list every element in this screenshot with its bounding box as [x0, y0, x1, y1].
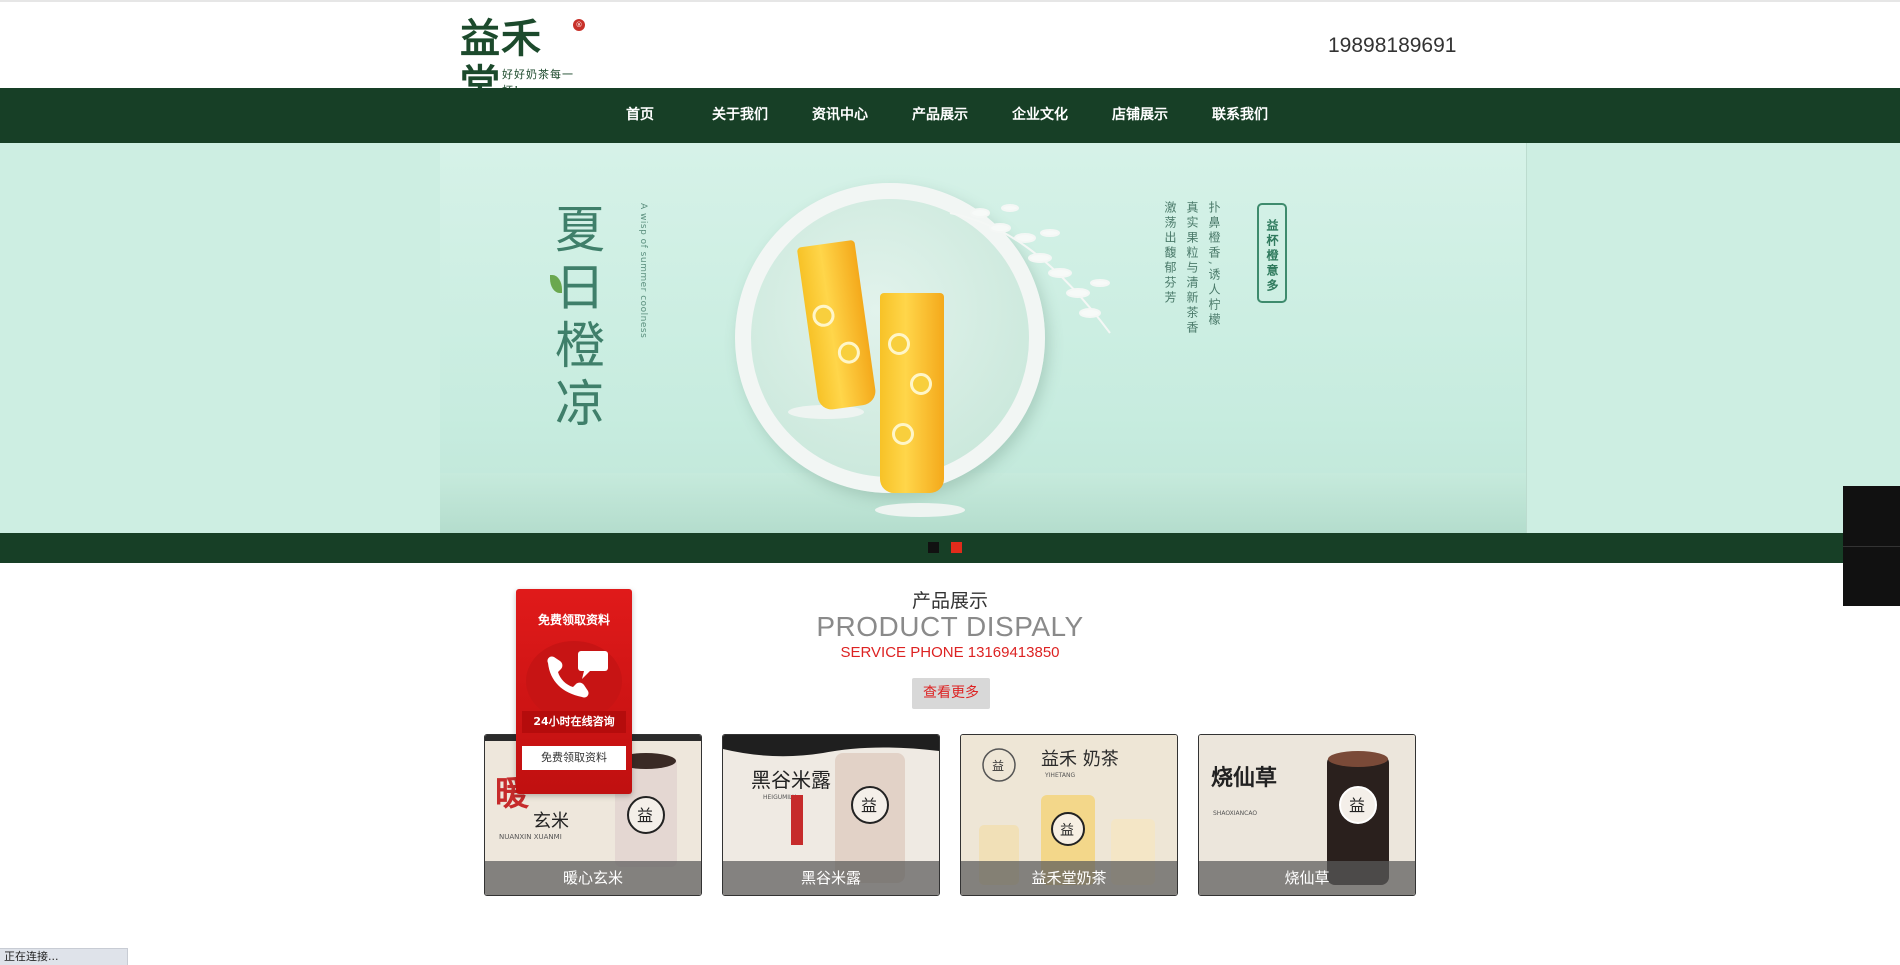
branch-decoration	[949, 204, 1111, 334]
svg-text:益: 益	[1060, 823, 1074, 839]
slide-dot-2[interactable]	[951, 542, 962, 553]
consult-free-button[interactable]: 免费领取资料	[522, 746, 626, 770]
logo-seal-icon: ®	[573, 19, 585, 31]
svg-text:益: 益	[861, 796, 877, 815]
banner-poem-col2: 真实果粒与清新茶香	[1185, 201, 1199, 336]
slide-dot-1[interactable]	[928, 542, 939, 553]
svg-text:NUANXIN XUANMI: NUANXIN XUANMI	[499, 833, 562, 841]
section-title-en: PRODUCT DISPALY	[816, 611, 1084, 642]
section-title: 产品展示	[911, 590, 988, 612]
hero-banner[interactable]: 夏日橙凉 A wisp of summer coolness 扑鼻橙香,诱人柠檬…	[0, 143, 1900, 533]
banner-poem-col1: 扑鼻橙香,诱人柠檬	[1207, 201, 1221, 328]
banner-edge	[1526, 143, 1527, 533]
consult-title: 免费领取资料	[537, 613, 610, 627]
svg-text:益: 益	[1349, 796, 1365, 815]
svg-text:SHAOXIANCAO: SHAOXIANCAO	[1213, 810, 1257, 817]
site-header: 益禾堂 ® 好好奶茶每一杯! 19898189691	[0, 2, 1900, 108]
phone-chat-icon	[547, 651, 608, 698]
svg-text:益禾 奶茶: 益禾 奶茶	[1041, 749, 1119, 770]
banner-floor	[440, 473, 1526, 533]
nav-item-products[interactable]: 产品展示	[890, 88, 990, 143]
svg-text:YIHETANG: YIHETANG	[1044, 772, 1076, 779]
nav-item-contact[interactable]: 联系我们	[1190, 88, 1290, 143]
product-name: 黑谷米露	[723, 861, 939, 895]
banner-poem-col3: 激荡出馥郁芬芳	[1163, 201, 1177, 306]
svg-text:玄米: 玄米	[533, 811, 569, 832]
nav-item-culture[interactable]: 企业文化	[990, 88, 1090, 143]
nav-item-about[interactable]: 关于我们	[690, 88, 790, 143]
banner-title: 夏日橙凉	[555, 201, 605, 433]
banner-pagination-bar	[0, 533, 1900, 563]
svg-text:黑谷米露: 黑谷米露	[751, 768, 831, 792]
view-more-button[interactable]: 查看更多	[912, 678, 990, 709]
product-name: 暖心玄米	[485, 861, 701, 895]
consult-hours: 24小时在线咨询	[522, 711, 626, 733]
banner-tag: 益杯橙意多	[1257, 203, 1287, 303]
service-phone: SERVICE PHONE 13169413850	[840, 644, 1060, 661]
product-name: 益禾堂奶茶	[961, 861, 1177, 895]
cup-stand-right	[875, 503, 965, 517]
browser-status-bar: 正在连接...	[0, 948, 128, 965]
svg-text:烧仙草: 烧仙草	[1211, 765, 1277, 791]
side-toolbar-divider	[1843, 546, 1900, 547]
site-logo[interactable]: 益禾堂 ® 好好奶茶每一杯!	[460, 16, 585, 108]
svg-text:益: 益	[992, 759, 1004, 773]
orange-drink-cup-right	[880, 293, 944, 493]
product-card[interactable]: 益 益禾 奶茶 YIHETANG 益 益禾堂奶茶	[960, 734, 1178, 896]
nav-item-stores[interactable]: 店铺展示	[1090, 88, 1190, 143]
product-name: 烧仙草	[1199, 861, 1415, 895]
product-card[interactable]: 烧仙草 SHAOXIANCAO 益 烧仙草	[1198, 734, 1416, 896]
nav-item-news[interactable]: 资讯中心	[790, 88, 890, 143]
main-nav: 首页 关于我们 资讯中心 产品展示 企业文化 店铺展示 联系我们	[0, 88, 1900, 143]
header-phone: 19898189691	[1328, 34, 1457, 57]
product-card[interactable]: 黑谷米露 HEIGUMILU 益 黑谷米露	[722, 734, 940, 896]
svg-text:益: 益	[637, 806, 653, 825]
nav-item-home[interactable]: 首页	[590, 88, 690, 143]
banner-subtitle: A wisp of summer coolness	[638, 203, 648, 339]
consult-float-card[interactable]: 免费领取资料 24小时在线咨询 免费领取资料	[516, 589, 632, 794]
